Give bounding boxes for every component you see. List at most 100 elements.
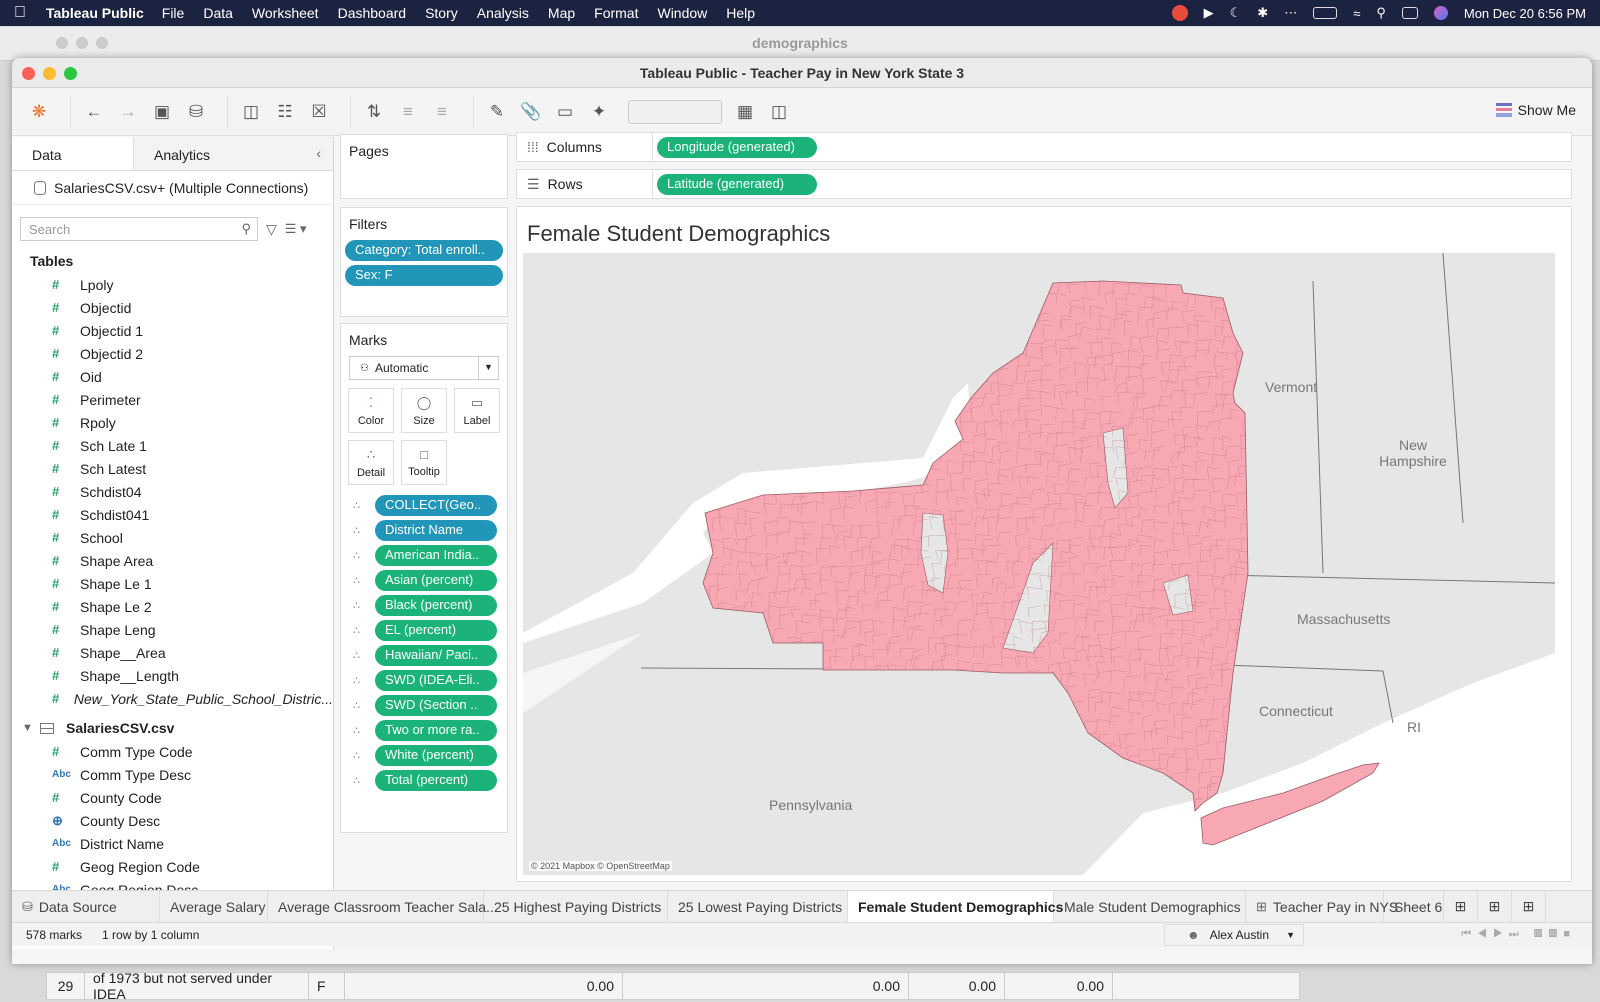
collapse-pane-icon[interactable]: ‹ [304,137,333,170]
filter-pill-sex[interactable]: Sex: F [345,265,503,286]
record-icon[interactable] [1171,5,1188,21]
mark-type-dropdown[interactable]: ⚇ Automatic ▼ [349,356,499,380]
mark-pill[interactable]: EL (percent) [375,620,497,641]
color-button[interactable]: ⁚ Color [348,388,394,433]
field-item[interactable]: # Rpoly [12,411,333,434]
swap-icon[interactable]: ⇅ [361,99,387,125]
filter-pill-category[interactable]: Category: Total enroll.. [345,240,503,261]
field-item[interactable]: # Shape Le 2 [12,595,333,618]
map-attribution[interactable]: © 2021 Mapbox © OpenStreetMap [529,861,672,871]
presentation-mode-icon[interactable]: ◫ [766,99,792,125]
field-item[interactable]: Abc District Name [12,832,333,855]
chevron-down-icon[interactable]: ▼ [22,722,40,734]
menu-window[interactable]: Window [657,5,707,21]
mark-pill[interactable]: SWD (Section .. [375,695,497,716]
fit-dropdown[interactable] [628,99,722,124]
sheet-tab[interactable]: Male Student Demographics [1054,891,1246,922]
new-story-icon[interactable]: ⊞ [1512,891,1546,922]
map[interactable]: Vermont New Hampshire Massachusetts Conn… [523,253,1555,875]
detail-button[interactable]: ∴ Detail [348,440,394,485]
tooltip-button[interactable]: □ Tooltip [401,440,447,485]
pin-icon[interactable]: ✦ [586,99,612,125]
menu-file[interactable]: File [162,5,185,21]
new-data-source-icon[interactable]: ⛁ [183,99,209,125]
view-options-icon[interactable]: ☰ ▾ [285,221,307,237]
extension-icon[interactable]: ⋯ [1284,5,1297,21]
clock[interactable]: Mon Dec 20 6:56 PM [1464,6,1586,21]
field-item[interactable]: # Comm Type Code [12,740,333,763]
mark-pill[interactable]: Hawaiian/ Paci.. [375,645,497,666]
sort-descending-icon[interactable]: ≡ [429,99,455,125]
sort-ascending-icon[interactable]: ≡ [395,99,421,125]
columns-pill[interactable]: Longitude (generated) [657,136,817,158]
bluetooth-icon[interactable]: ✱ [1257,5,1268,21]
app-name[interactable]: Tableau Public [46,5,144,21]
field-item[interactable]: # New_York_State_Public_School_Distric... [12,687,333,710]
field-item[interactable]: # County Code [12,786,333,809]
filter-icon[interactable]: ▽ [266,221,277,238]
rows-pill[interactable]: Latitude (generated) [657,173,817,195]
size-button[interactable]: ◯ Size [401,388,447,433]
field-item[interactable]: # Schdist04 [12,480,333,503]
sheet-tab[interactable]: Sheet 6 [1384,891,1444,922]
search-spotlight-icon[interactable]: ⚲ [1376,5,1386,21]
apple-icon[interactable]:  [14,4,26,22]
field-item[interactable]: # Perimeter [12,388,333,411]
field-item[interactable]: # Shape Leng [12,618,333,641]
new-worksheet-icon[interactable]: ◫ [238,99,264,125]
field-item[interactable]: # School [12,526,333,549]
tab-data[interactable]: Data [12,137,134,170]
table-salaries[interactable]: ▼ SalariesCSV.csv [12,716,333,740]
field-item[interactable]: Abc Comm Type Desc [12,763,333,786]
field-item[interactable]: ⊕ County Desc [12,809,333,832]
mark-pill[interactable]: Black (percent) [375,595,497,616]
tableau-logo-icon[interactable]: ❋ [26,99,52,125]
sheet-tab[interactable]: ⊞ Teacher Pay in NYS [1246,891,1398,922]
field-item[interactable]: # Shape__Area [12,641,333,664]
field-item[interactable]: # Schdist041 [12,503,333,526]
data-connection[interactable]: SalariesCSV.csv+ (Multiple Connections) [12,171,333,205]
mark-pill[interactable]: COLLECT(Geo.. [375,495,497,516]
field-item[interactable]: # Objectid 2 [12,342,333,365]
field-item[interactable]: # Oid [12,365,333,388]
undo-icon[interactable]: ← [81,99,107,125]
show-cards-icon[interactable]: ▦ [732,99,758,125]
save-icon[interactable]: ▣ [149,99,175,125]
field-item[interactable]: # Geog Region Code [12,855,333,878]
mark-pill[interactable]: Two or more ra.. [375,720,497,741]
field-item[interactable]: # Sch Latest [12,457,333,480]
new-dashboard-icon[interactable]: ⊞ [1478,891,1512,922]
show-me-button[interactable]: Show Me [1495,102,1576,118]
field-item[interactable]: # Lpoly [12,273,333,296]
tab-data-source[interactable]: ⛁ Data Source [12,891,160,922]
siri-icon[interactable] [1433,6,1448,20]
tab-analytics[interactable]: Analytics [134,137,256,170]
play-icon[interactable]: ▶ [1204,5,1214,21]
moon-icon[interactable]: ☾ [1230,5,1242,21]
field-item[interactable]: # Objectid 1 [12,319,333,342]
menu-analysis[interactable]: Analysis [477,5,529,21]
group-icon[interactable]: 📎 [518,99,544,125]
mark-pill[interactable]: Asian (percent) [375,570,497,591]
field-item[interactable]: # Shape__Length [12,664,333,687]
show-labels-icon[interactable]: ▭ [552,99,578,125]
label-button[interactable]: ▭ Label [454,388,500,433]
mark-pill[interactable]: White (percent) [375,745,497,766]
menu-data[interactable]: Data [203,5,233,21]
sheet-tab[interactable]: Female Student Demographics [848,891,1063,922]
mark-pill[interactable]: SWD (IDEA-Eli.. [375,670,497,691]
map-svg[interactable] [523,253,1555,875]
user-menu[interactable]: ☻ Alex Austin ▼ [1164,924,1304,946]
field-item[interactable]: # Shape Area [12,549,333,572]
menu-story[interactable]: Story [425,5,458,21]
mark-pill[interactable]: Total (percent) [375,770,497,791]
sheet-tab[interactable]: 25 Highest Paying Districts [484,891,668,922]
sheet-navigation[interactable]: ⏮◀▶⏭ ▦▦■ [1461,928,1576,941]
pages-card[interactable]: Pages [340,134,508,199]
field-item[interactable]: # Shape Le 1 [12,572,333,595]
menu-worksheet[interactable]: Worksheet [252,5,319,21]
menu-format[interactable]: Format [594,5,638,21]
sheet-tab[interactable]: Average Salary [160,891,268,922]
mark-pill[interactable]: District Name [375,520,497,541]
field-item[interactable]: # Sch Late 1 [12,434,333,457]
